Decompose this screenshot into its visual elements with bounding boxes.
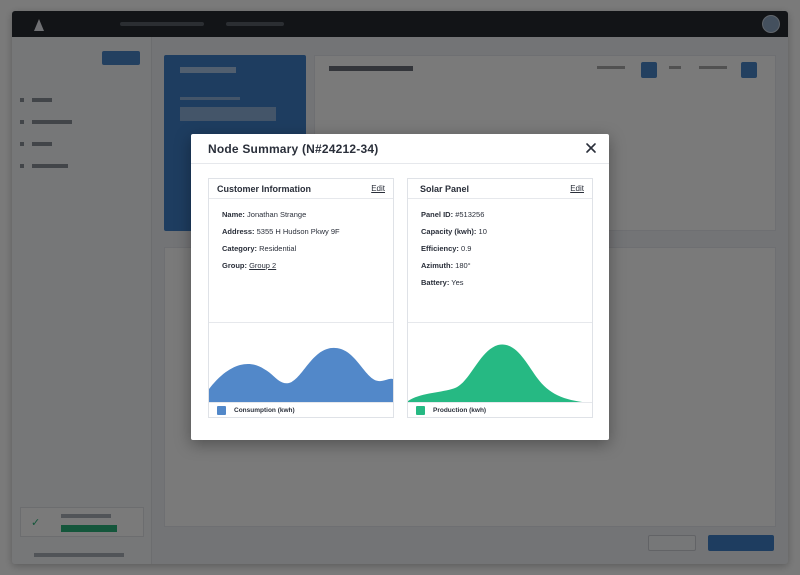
field-efficiency: Efficiency: 0.9 bbox=[421, 244, 472, 253]
field-category: Category: Residential bbox=[222, 244, 297, 253]
field-group: Group: Group 2 bbox=[222, 261, 277, 270]
close-icon[interactable] bbox=[584, 141, 598, 155]
field-panel-id: Panel ID: #513256 bbox=[421, 210, 485, 219]
field-battery: Battery: Yes bbox=[421, 278, 464, 287]
solar-panel-card: Solar Panel Edit Panel ID: #513256 Capac… bbox=[407, 178, 593, 418]
consumption-area-chart bbox=[209, 347, 393, 403]
field-azimuth: Azimuth: 180° bbox=[421, 261, 471, 270]
modal-title: Node Summary (N#24212-34) bbox=[208, 142, 379, 156]
production-area-chart bbox=[408, 344, 592, 403]
customer-information-card: Customer Information Edit Name: Jonathan… bbox=[208, 178, 394, 418]
card-header: Customer Information Edit bbox=[209, 179, 393, 199]
production-legend: Production (kwh) bbox=[408, 402, 592, 417]
node-summary-modal: Node Summary (N#24212-34) Customer Infor… bbox=[191, 134, 609, 440]
production-chart bbox=[408, 322, 592, 403]
field-capacity: Capacity (kwh): 10 bbox=[421, 227, 487, 236]
legend-swatch bbox=[217, 406, 226, 415]
legend-label: Consumption (kwh) bbox=[234, 407, 295, 414]
consumption-chart bbox=[209, 322, 393, 403]
field-address: Address: 5355 H Hudson Pkwy 9F bbox=[222, 227, 340, 236]
edit-solar-link[interactable]: Edit bbox=[570, 184, 584, 193]
card-title: Customer Information bbox=[217, 184, 312, 194]
legend-swatch bbox=[416, 406, 425, 415]
consumption-legend: Consumption (kwh) bbox=[209, 402, 393, 417]
edit-customer-link[interactable]: Edit bbox=[371, 184, 385, 193]
card-title: Solar Panel bbox=[420, 184, 470, 194]
field-name: Name: Jonathan Strange bbox=[222, 210, 307, 219]
group-link[interactable]: Group 2 bbox=[249, 261, 276, 270]
modal-header: Node Summary (N#24212-34) bbox=[191, 134, 609, 164]
card-header: Solar Panel Edit bbox=[408, 179, 592, 199]
legend-label: Production (kwh) bbox=[433, 407, 487, 414]
